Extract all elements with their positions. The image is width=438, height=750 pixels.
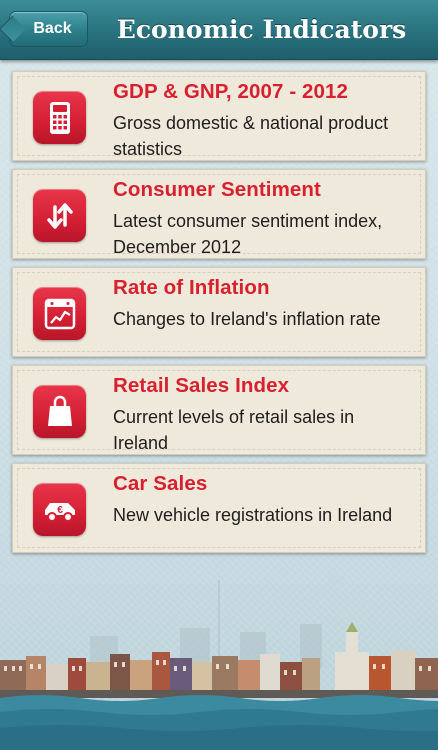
- item-title: Consumer Sentiment: [113, 178, 321, 201]
- item-subtitle: Current levels of retail sales in Irelan…: [113, 407, 355, 453]
- navigation-bar: Back Economic Indicators: [0, 0, 438, 60]
- back-button-label: Back: [33, 20, 72, 37]
- calculator-icon: [33, 91, 86, 144]
- item-subtitle: Changes to Ireland's inflation rate: [113, 309, 381, 329]
- item-title: Retail Sales Index: [113, 374, 290, 397]
- indicator-list: GDP & GNP, 2007 - 2012 Gross domestic & …: [12, 71, 426, 561]
- back-button[interactable]: Back: [0, 11, 88, 47]
- item-subtitle: New vehicle registrations in Ireland: [113, 505, 393, 525]
- item-subtitle: Gross domestic & national product statis…: [113, 113, 389, 159]
- dublin-skyline-illustration: [0, 580, 438, 750]
- svg-text:€: €: [57, 505, 63, 516]
- back-arrow-icon: [0, 15, 26, 43]
- up-down-arrows-icon: [33, 189, 86, 242]
- list-item-car-sales[interactable]: € Car Sales New vehicle registrations in…: [12, 463, 426, 553]
- list-item-gdp-gnp[interactable]: GDP & GNP, 2007 - 2012 Gross domestic & …: [12, 71, 426, 161]
- shopping-bag-icon: [33, 385, 86, 438]
- item-title: Rate of Inflation: [113, 276, 270, 299]
- item-subtitle: Latest consumer sentiment index, Decembe…: [113, 211, 383, 257]
- euro-car-icon: €: [33, 483, 86, 536]
- list-item-rate-of-inflation[interactable]: Rate of Inflation Changes to Ireland's i…: [12, 267, 426, 357]
- page-title: Economic Indicators: [116, 15, 407, 44]
- calendar-chart-icon: [33, 287, 86, 340]
- item-title: Car Sales: [113, 472, 208, 495]
- list-item-consumer-sentiment[interactable]: Consumer Sentiment Latest consumer senti…: [12, 169, 426, 259]
- item-title: GDP & GNP, 2007 - 2012: [113, 80, 349, 103]
- list-item-retail-sales-index[interactable]: Retail Sales Index Current levels of ret…: [12, 365, 426, 455]
